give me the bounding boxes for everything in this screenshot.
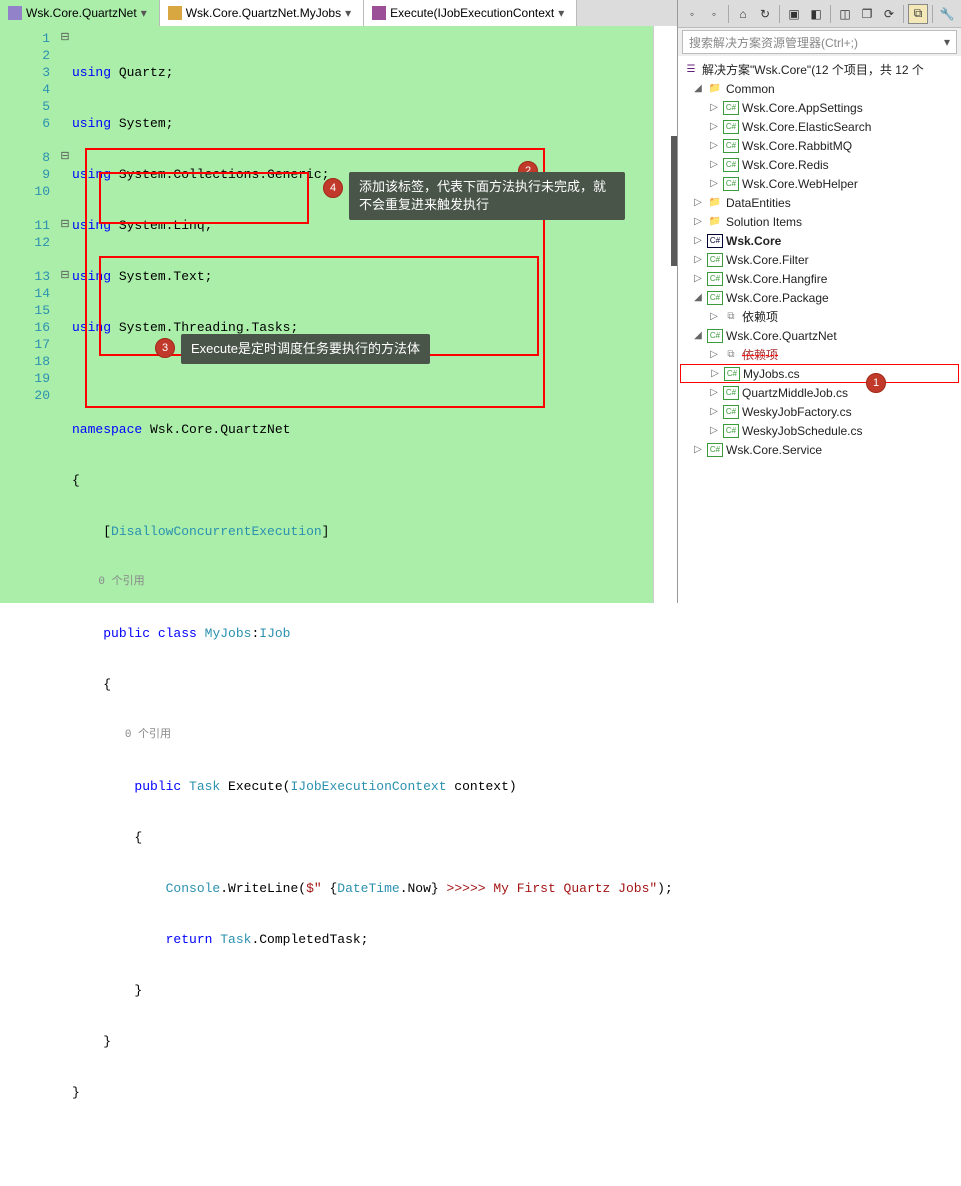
sync-icon[interactable]: ↻ (755, 4, 775, 24)
breadcrumb-project[interactable]: Wsk.Core.QuartzNet▾ (0, 0, 160, 26)
tree-dep[interactable]: ▷依赖项 (680, 345, 959, 364)
tree-proj-hangfire[interactable]: ▷Wsk.Core.Hangfire (680, 269, 959, 288)
badge-3: 3 (155, 338, 175, 358)
tree-file-myjobs[interactable]: ▷MyJobs.cs (680, 364, 959, 383)
code-editor: Wsk.Core.QuartzNet▾ Wsk.Core.QuartzNet.M… (0, 0, 677, 603)
chevron-down-icon[interactable]: ▾ (137, 6, 151, 20)
tree-proj-quartznet[interactable]: ◢Wsk.Core.QuartzNet (680, 326, 959, 345)
solution-explorer: ◦ ◦ ⌂ ↻ ▣ ◧ ◫ ❐ ⟳ ⧉ 🔧 搜索解决方案资源管理器(Ctrl+;… (677, 0, 961, 603)
class-icon (168, 6, 182, 20)
tree-item[interactable]: ▷Wsk.Core.AppSettings (680, 98, 959, 117)
tooltip-execute: Execute是定时调度任务要执行的方法体 (181, 334, 430, 364)
refresh-icon[interactable]: ⟳ (879, 4, 899, 24)
tree-item[interactable]: ▷Wsk.Core.RabbitMQ (680, 136, 959, 155)
tree-folder-common[interactable]: ◢Common (680, 79, 959, 98)
tree-folder-dataentities[interactable]: ▷DataEntities (680, 193, 959, 212)
fold-gutter[interactable] (58, 26, 72, 603)
show-all-icon[interactable]: ◫ (835, 4, 855, 24)
forward-icon[interactable]: ◦ (704, 4, 724, 24)
code-content[interactable]: using Quartz; using System; using System… (72, 26, 677, 603)
chevron-down-icon[interactable]: ▾ (554, 6, 568, 20)
tree-item[interactable]: ▷Wsk.Core.WebHelper (680, 174, 959, 193)
tree-file-weskyschedule[interactable]: ▷WeskyJobSchedule.cs (680, 421, 959, 440)
badge-4: 4 (323, 178, 343, 198)
tree-icon[interactable]: ◧ (806, 4, 826, 24)
tree-dep[interactable]: ▷依赖项 (680, 307, 959, 326)
wrench-icon[interactable]: 🔧 (937, 4, 957, 24)
tooltip-attribute: 添加该标签，代表下面方法执行未完成，就不会重复进来触发执行 (349, 172, 625, 220)
chevron-down-icon[interactable]: ▾ (341, 6, 355, 20)
tree-item[interactable]: ▷Wsk.Core.Redis (680, 155, 959, 174)
tree-file-quartzmiddle[interactable]: ▷QuartzMiddleJob.cs (680, 383, 959, 402)
tree-proj-filter[interactable]: ▷Wsk.Core.Filter (680, 250, 959, 269)
breadcrumb-bar: Wsk.Core.QuartzNet▾ Wsk.Core.QuartzNet.M… (0, 0, 677, 26)
copy-icon[interactable]: ❐ (857, 4, 877, 24)
search-input[interactable]: 搜索解决方案资源管理器(Ctrl+;)▾ (682, 30, 957, 54)
tree-item[interactable]: ▷Wsk.Core.ElasticSearch (680, 117, 959, 136)
project-icon (8, 6, 22, 20)
filter-icon[interactable]: ▣ (784, 4, 804, 24)
tree-solution[interactable]: 解决方案"Wsk.Core"(12 个项目，共 12 个 (680, 60, 959, 79)
search-dropdown-icon[interactable]: ▾ (944, 35, 950, 49)
home-icon[interactable]: ⌂ (733, 4, 753, 24)
tree-proj-service[interactable]: ▷Wsk.Core.Service (680, 440, 959, 459)
tree-proj-package[interactable]: ◢Wsk.Core.Package (680, 288, 959, 307)
breadcrumb-class[interactable]: Wsk.Core.QuartzNet.MyJobs▾ (160, 0, 364, 26)
method-icon (372, 6, 386, 20)
scrollbar-overview[interactable] (653, 26, 677, 603)
line-number-gutter: 123 456 89 1011 1213 141516 171819 20 (0, 26, 58, 603)
tree-proj-wskcore[interactable]: ▷Wsk.Core (680, 231, 959, 250)
panel-toolbar: ◦ ◦ ⌂ ↻ ▣ ◧ ◫ ❐ ⟳ ⧉ 🔧 (678, 0, 961, 28)
back-icon[interactable]: ◦ (682, 4, 702, 24)
class-view-icon[interactable]: ⧉ (908, 4, 928, 24)
solution-tree[interactable]: 解决方案"Wsk.Core"(12 个项目，共 12 个 ◢Common ▷Ws… (678, 56, 961, 603)
badge-1: 1 (866, 373, 886, 393)
breadcrumb-method[interactable]: Execute(IJobExecutionContext▾ (364, 0, 577, 26)
tree-folder-solutionitems[interactable]: ▷Solution Items (680, 212, 959, 231)
tree-file-weskyfactory[interactable]: ▷WeskyJobFactory.cs (680, 402, 959, 421)
